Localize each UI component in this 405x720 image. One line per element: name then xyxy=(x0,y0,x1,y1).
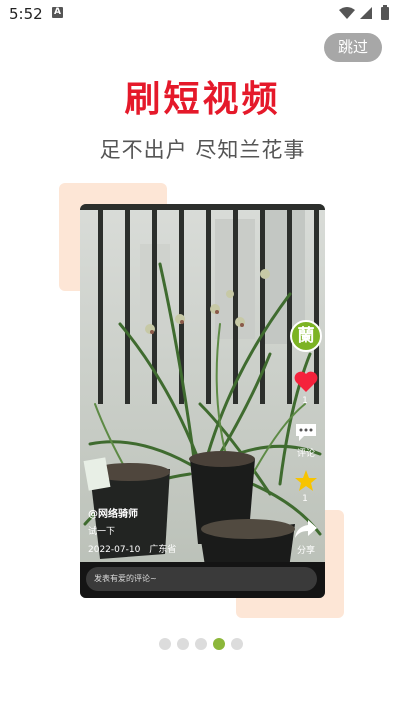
brand-avatar-icon[interactable]: 蘭 xyxy=(290,320,322,352)
page-subtitle: 足不出户 尽知兰花事 xyxy=(99,138,306,162)
skip-button[interactable]: 跳过 xyxy=(324,33,382,62)
video-author[interactable]: @网络骑师 xyxy=(88,505,138,520)
comment-icon[interactable] xyxy=(293,420,319,444)
signal-icon xyxy=(360,7,372,19)
page-dot xyxy=(159,638,171,650)
video-location: 广东省 xyxy=(149,545,177,555)
video-date: 2022-07-10 xyxy=(88,545,141,555)
heart-icon[interactable] xyxy=(293,370,319,394)
page-title: 刷短视频 xyxy=(124,79,281,120)
system-status-icons xyxy=(339,5,389,20)
star-icon[interactable] xyxy=(293,468,319,494)
comment-input[interactable]: 发表有爱的评论~ xyxy=(94,572,157,586)
orchid-video-frame xyxy=(80,204,325,598)
wifi-icon xyxy=(339,7,355,19)
page-indicator xyxy=(159,638,249,650)
like-count: 1 xyxy=(302,396,308,406)
page-dot-active xyxy=(213,638,225,650)
page-dot xyxy=(231,638,243,650)
share-label: 分享 xyxy=(296,546,315,556)
page-dot xyxy=(177,638,189,650)
page-dot xyxy=(195,638,207,650)
status-bar: 5:52 A xyxy=(0,0,405,28)
video-caption: 试一下 xyxy=(88,527,116,537)
video-preview[interactable] xyxy=(80,204,325,598)
battery-icon xyxy=(381,7,389,20)
notification-icon: A xyxy=(52,7,63,18)
video-meta: 2022-07-10 广东省 xyxy=(88,542,176,555)
share-icon[interactable] xyxy=(293,518,319,540)
favorite-count: 1 xyxy=(302,494,308,504)
status-time: 5:52 xyxy=(9,5,43,23)
comment-label: 评论 xyxy=(296,449,315,459)
